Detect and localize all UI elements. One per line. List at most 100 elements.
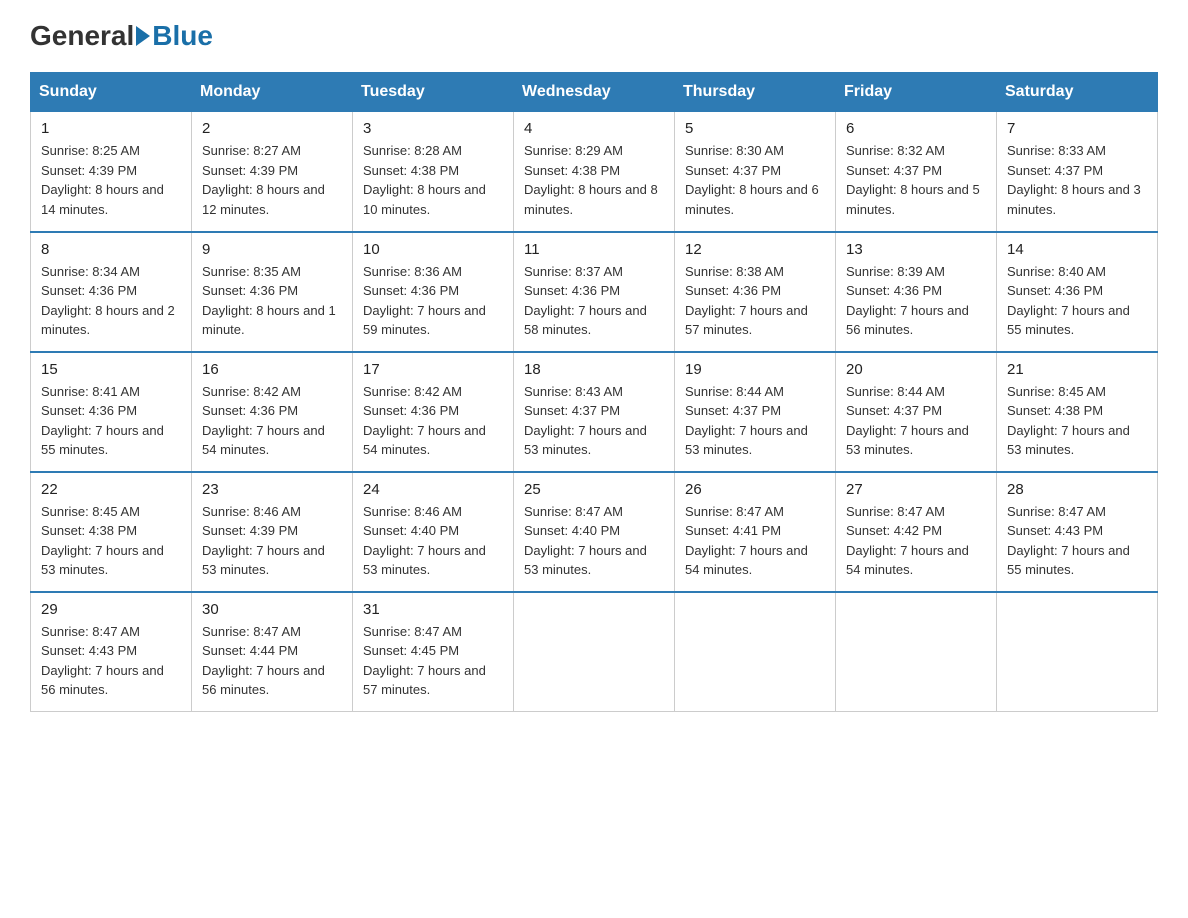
calendar-week-row: 15 Sunrise: 8:41 AMSunset: 4:36 PMDayligh… xyxy=(31,352,1158,472)
day-info: Sunrise: 8:28 AMSunset: 4:38 PMDaylight:… xyxy=(363,141,503,219)
calendar-cell: 6Sunrise: 8:32 AMSunset: 4:37 PMDaylight… xyxy=(836,112,997,232)
calendar-cell: 4Sunrise: 8:29 AMSunset: 4:38 PMDaylight… xyxy=(514,112,675,232)
day-number: 18 xyxy=(524,361,664,378)
day-number: 11 xyxy=(524,241,664,258)
calendar-cell: 17 Sunrise: 8:42 AMSunset: 4:36 PMDayligh… xyxy=(353,352,514,472)
calendar-cell: 10 Sunrise: 8:36 AMSunset: 4:36 PMDayligh… xyxy=(353,232,514,352)
calendar-cell: 8Sunrise: 8:34 AMSunset: 4:36 PMDaylight… xyxy=(31,232,192,352)
calendar-cell: 28Sunrise: 8:47 AMSunset: 4:43 PMDayligh… xyxy=(997,472,1158,592)
calendar-cell: 15 Sunrise: 8:41 AMSunset: 4:36 PMDayligh… xyxy=(31,352,192,472)
calendar-cell: 30 Sunrise: 8:47 AMSunset: 4:44 PMDayligh… xyxy=(192,592,353,712)
day-info: Sunrise: 8:43 AMSunset: 4:37 PMDaylight:… xyxy=(524,382,664,460)
day-number: 29 xyxy=(41,601,181,618)
calendar-table: SundayMondayTuesdayWednesdayThursdayFrid… xyxy=(30,72,1158,712)
calendar-week-row: 8Sunrise: 8:34 AMSunset: 4:36 PMDaylight… xyxy=(31,232,1158,352)
day-info: Sunrise: 8:27 AMSunset: 4:39 PMDaylight:… xyxy=(202,141,342,219)
calendar-cell: 29 Sunrise: 8:47 AMSunset: 4:43 PMDayligh… xyxy=(31,592,192,712)
day-number: 25 xyxy=(524,481,664,498)
calendar-cell: 13Sunrise: 8:39 AMSunset: 4:36 PMDayligh… xyxy=(836,232,997,352)
day-info: Sunrise: 8:39 AMSunset: 4:36 PMDaylight:… xyxy=(846,262,986,340)
day-info: Sunrise: 8:47 AMSunset: 4:44 PMDaylight:… xyxy=(202,622,342,700)
day-number: 31 xyxy=(363,601,503,618)
calendar-cell: 19 Sunrise: 8:44 AMSunset: 4:37 PMDayligh… xyxy=(675,352,836,472)
day-number: 17 xyxy=(363,361,503,378)
day-number: 28 xyxy=(1007,481,1147,498)
day-number: 5 xyxy=(685,120,825,137)
col-header-tuesday: Tuesday xyxy=(353,73,514,112)
day-info: Sunrise: 8:47 AMSunset: 4:45 PMDaylight:… xyxy=(363,622,503,700)
calendar-cell: 23 Sunrise: 8:46 AMSunset: 4:39 PMDayligh… xyxy=(192,472,353,592)
day-info: Sunrise: 8:29 AMSunset: 4:38 PMDaylight:… xyxy=(524,141,664,219)
calendar-cell: 25 Sunrise: 8:47 AMSunset: 4:40 PMDayligh… xyxy=(514,472,675,592)
day-number: 16 xyxy=(202,361,342,378)
calendar-cell: 27 Sunrise: 8:47 AMSunset: 4:42 PMDayligh… xyxy=(836,472,997,592)
calendar-cell: 2 Sunrise: 8:27 AMSunset: 4:39 PMDaylight… xyxy=(192,112,353,232)
calendar-week-row: 29 Sunrise: 8:47 AMSunset: 4:43 PMDayligh… xyxy=(31,592,1158,712)
logo: General Blue xyxy=(30,20,213,52)
day-number: 27 xyxy=(846,481,986,498)
calendar-week-row: 22 Sunrise: 8:45 AMSunset: 4:38 PMDayligh… xyxy=(31,472,1158,592)
day-info: Sunrise: 8:46 AMSunset: 4:40 PMDaylight:… xyxy=(363,502,503,580)
day-info: Sunrise: 8:47 AMSunset: 4:43 PMDaylight:… xyxy=(41,622,181,700)
day-number: 23 xyxy=(202,481,342,498)
day-info: Sunrise: 8:44 AMSunset: 4:37 PMDaylight:… xyxy=(846,382,986,460)
day-number: 19 xyxy=(685,361,825,378)
calendar-cell: 11Sunrise: 8:37 AMSunset: 4:36 PMDayligh… xyxy=(514,232,675,352)
day-info: Sunrise: 8:34 AMSunset: 4:36 PMDaylight:… xyxy=(41,262,181,340)
calendar-cell xyxy=(836,592,997,712)
day-info: Sunrise: 8:42 AMSunset: 4:36 PMDaylight:… xyxy=(363,382,503,460)
day-info: Sunrise: 8:46 AMSunset: 4:39 PMDaylight:… xyxy=(202,502,342,580)
calendar-cell: 16 Sunrise: 8:42 AMSunset: 4:36 PMDayligh… xyxy=(192,352,353,472)
day-number: 26 xyxy=(685,481,825,498)
day-number: 2 xyxy=(202,120,342,137)
day-number: 24 xyxy=(363,481,503,498)
day-info: Sunrise: 8:35 AMSunset: 4:36 PMDaylight:… xyxy=(202,262,342,340)
day-number: 15 xyxy=(41,361,181,378)
calendar-cell: 31 Sunrise: 8:47 AMSunset: 4:45 PMDayligh… xyxy=(353,592,514,712)
logo-arrow-icon xyxy=(136,26,150,46)
calendar-cell: 14 Sunrise: 8:40 AMSunset: 4:36 PMDayligh… xyxy=(997,232,1158,352)
calendar-cell: 1Sunrise: 8:25 AMSunset: 4:39 PMDaylight… xyxy=(31,112,192,232)
day-info: Sunrise: 8:45 AMSunset: 4:38 PMDaylight:… xyxy=(41,502,181,580)
calendar-cell: 3 Sunrise: 8:28 AMSunset: 4:38 PMDaylight… xyxy=(353,112,514,232)
calendar-cell xyxy=(514,592,675,712)
day-info: Sunrise: 8:38 AMSunset: 4:36 PMDaylight:… xyxy=(685,262,825,340)
page-header: General Blue xyxy=(30,20,1158,52)
calendar-header-row: SundayMondayTuesdayWednesdayThursdayFrid… xyxy=(31,73,1158,112)
calendar-cell: 7Sunrise: 8:33 AMSunset: 4:37 PMDaylight… xyxy=(997,112,1158,232)
day-info: Sunrise: 8:30 AMSunset: 4:37 PMDaylight:… xyxy=(685,141,825,219)
day-number: 10 xyxy=(363,241,503,258)
col-header-friday: Friday xyxy=(836,73,997,112)
day-number: 6 xyxy=(846,120,986,137)
day-info: Sunrise: 8:40 AMSunset: 4:36 PMDaylight:… xyxy=(1007,262,1147,340)
day-info: Sunrise: 8:47 AMSunset: 4:42 PMDaylight:… xyxy=(846,502,986,580)
col-header-thursday: Thursday xyxy=(675,73,836,112)
logo-blue-text: Blue xyxy=(152,20,213,52)
day-number: 22 xyxy=(41,481,181,498)
calendar-cell: 12Sunrise: 8:38 AMSunset: 4:36 PMDayligh… xyxy=(675,232,836,352)
day-number: 3 xyxy=(363,120,503,137)
day-info: Sunrise: 8:42 AMSunset: 4:36 PMDaylight:… xyxy=(202,382,342,460)
day-info: Sunrise: 8:47 AMSunset: 4:40 PMDaylight:… xyxy=(524,502,664,580)
col-header-monday: Monday xyxy=(192,73,353,112)
calendar-cell: 22 Sunrise: 8:45 AMSunset: 4:38 PMDayligh… xyxy=(31,472,192,592)
calendar-cell: 26 Sunrise: 8:47 AMSunset: 4:41 PMDayligh… xyxy=(675,472,836,592)
day-number: 21 xyxy=(1007,361,1147,378)
calendar-cell xyxy=(675,592,836,712)
col-header-sunday: Sunday xyxy=(31,73,192,112)
day-info: Sunrise: 8:36 AMSunset: 4:36 PMDaylight:… xyxy=(363,262,503,340)
calendar-week-row: 1Sunrise: 8:25 AMSunset: 4:39 PMDaylight… xyxy=(31,112,1158,232)
col-header-saturday: Saturday xyxy=(997,73,1158,112)
day-number: 14 xyxy=(1007,241,1147,258)
day-info: Sunrise: 8:25 AMSunset: 4:39 PMDaylight:… xyxy=(41,141,181,219)
day-number: 30 xyxy=(202,601,342,618)
day-info: Sunrise: 8:47 AMSunset: 4:41 PMDaylight:… xyxy=(685,502,825,580)
day-info: Sunrise: 8:41 AMSunset: 4:36 PMDaylight:… xyxy=(41,382,181,460)
calendar-cell: 18 Sunrise: 8:43 AMSunset: 4:37 PMDayligh… xyxy=(514,352,675,472)
day-info: Sunrise: 8:44 AMSunset: 4:37 PMDaylight:… xyxy=(685,382,825,460)
calendar-cell xyxy=(997,592,1158,712)
calendar-cell: 5 Sunrise: 8:30 AMSunset: 4:37 PMDaylight… xyxy=(675,112,836,232)
calendar-cell: 24 Sunrise: 8:46 AMSunset: 4:40 PMDayligh… xyxy=(353,472,514,592)
day-number: 20 xyxy=(846,361,986,378)
day-info: Sunrise: 8:45 AMSunset: 4:38 PMDaylight:… xyxy=(1007,382,1147,460)
